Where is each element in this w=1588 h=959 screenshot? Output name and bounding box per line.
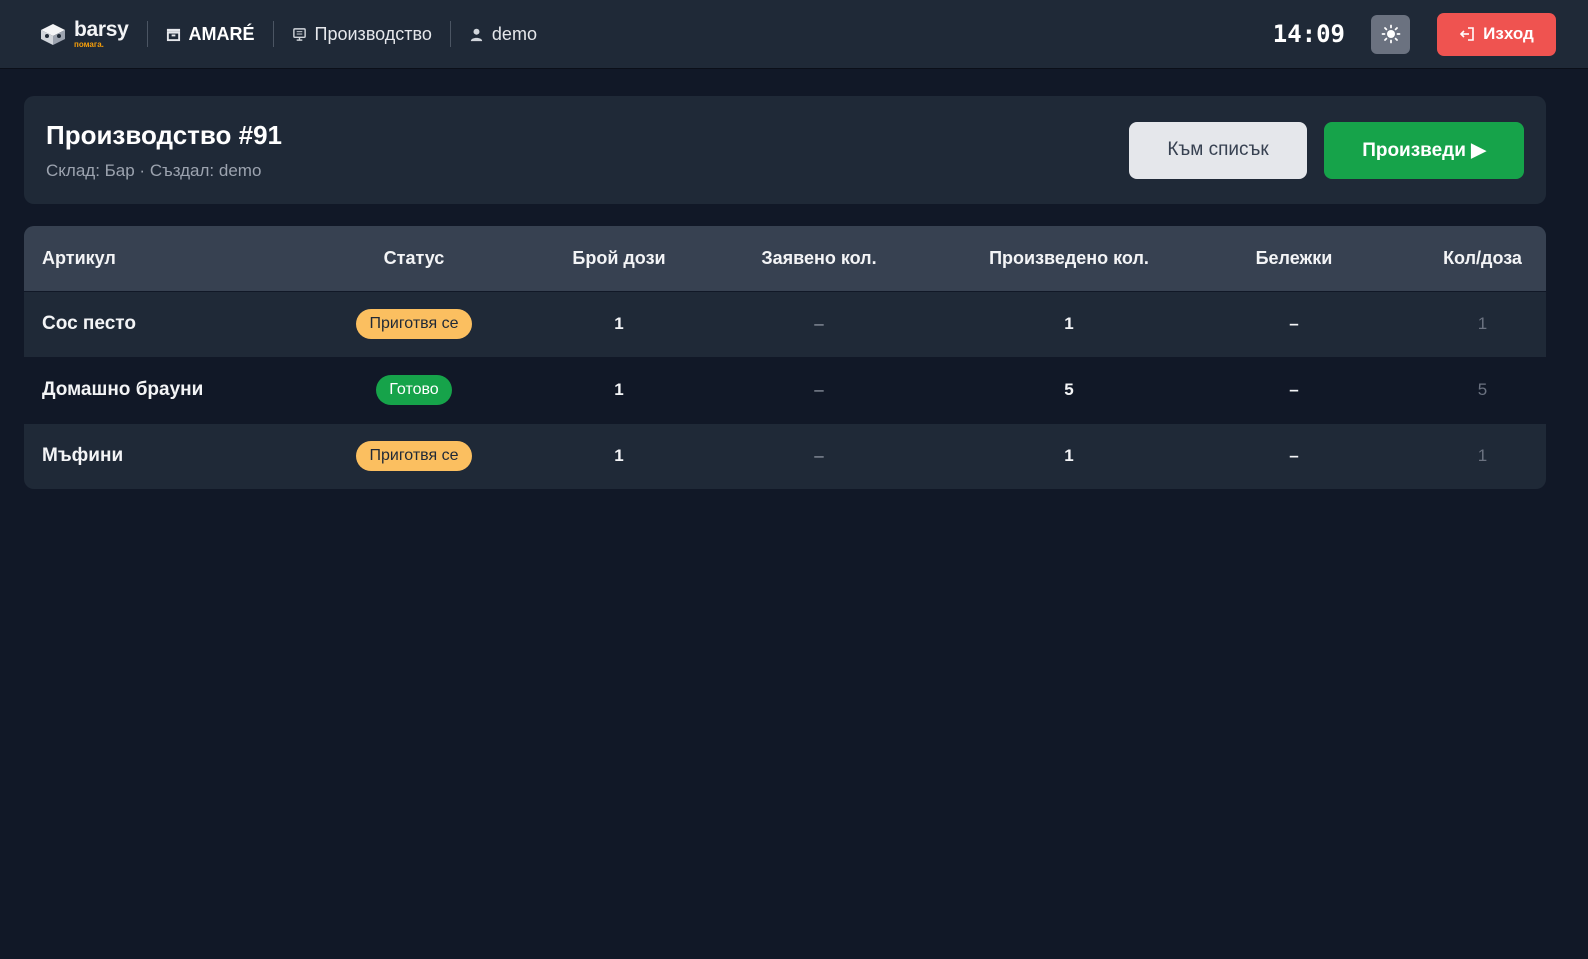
page-title: Производство #91: [46, 119, 283, 150]
produced-value: 5: [1064, 380, 1074, 399]
requested-value: –: [814, 380, 824, 399]
sun-icon: [1381, 24, 1400, 44]
production-items-table: Артикул Статус Брой дози Заявено кол. Пр…: [24, 226, 1546, 489]
brand-logo[interactable]: barsy помага.: [38, 19, 129, 49]
status-badge: Приготвя се: [356, 441, 472, 472]
doses-value: 1: [614, 446, 624, 466]
logout-button[interactable]: Изход: [1437, 12, 1556, 56]
page-subtitle: Склад: Бар · Създал: demo: [46, 160, 262, 180]
column-header-status[interactable]: Статус: [259, 226, 569, 291]
production-info: Производство #91 Склад: Бар · Създал: de…: [46, 120, 282, 181]
header-actions: Към списък Произведи ▶: [1129, 121, 1524, 179]
divider: [146, 21, 148, 47]
column-header-doses[interactable]: Брой дози: [569, 226, 669, 291]
table-row[interactable]: Мъфини Приготвя се 1 – 1 – 1: [24, 423, 1546, 489]
back-to-list-button[interactable]: Към списък: [1129, 121, 1307, 179]
table-header-row: Артикул Статус Брой дози Заявено кол. Пр…: [24, 226, 1546, 291]
column-header-notes[interactable]: Бележки: [1169, 226, 1419, 291]
store-icon: [166, 28, 180, 41]
venue-selector[interactable]: AMARÉ: [166, 24, 255, 45]
notes-value: –: [1289, 314, 1299, 333]
requested-value: –: [814, 314, 824, 333]
produce-button[interactable]: Произведи ▶: [1324, 121, 1524, 179]
theme-toggle-button[interactable]: [1371, 14, 1410, 54]
doses-value: 1: [614, 314, 624, 333]
doses-value: 1: [614, 380, 624, 399]
requested-value: –: [814, 446, 824, 466]
per-dose-value: 1: [1477, 314, 1488, 333]
status-badge: Приготвя се: [356, 309, 472, 339]
per-dose-value: 5: [1477, 380, 1488, 399]
table-row[interactable]: Сос песто Приготвя се 1 – 1 – 1: [24, 291, 1546, 357]
brand-name: barsy: [74, 18, 129, 41]
user-name: demo: [491, 23, 537, 44]
status-badge: Готово: [376, 375, 452, 405]
notes-value: –: [1289, 380, 1299, 399]
table-row[interactable]: Домашно брауни Готово 1 – 5 – 5: [24, 357, 1546, 423]
status-cell: Приготвя се: [259, 423, 569, 489]
user-menu[interactable]: demo: [469, 24, 537, 45]
section-name: Производство: [314, 23, 432, 44]
brand-tagline: помага.: [74, 40, 104, 49]
notes-value: –: [1289, 446, 1299, 466]
per-dose-value: 1: [1477, 446, 1488, 466]
item-name: Мъфини: [42, 445, 124, 467]
barsy-logo-icon: [41, 24, 65, 45]
column-header-requested[interactable]: Заявено кол.: [669, 226, 969, 291]
item-name: Домашно брауни: [42, 379, 204, 400]
column-header-produced[interactable]: Произведено кол.: [969, 226, 1169, 291]
status-cell: Приготвя се: [259, 291, 569, 357]
logout-label: Изход: [1483, 24, 1534, 43]
logout-icon: [1460, 27, 1474, 41]
section-link-production[interactable]: Производство: [292, 24, 432, 45]
venue-name: AMARÉ: [188, 23, 255, 44]
clock: 14:09: [1272, 20, 1345, 48]
production-header: Производство #91 Склад: Бар · Създал: de…: [24, 96, 1546, 204]
column-header-item[interactable]: Артикул: [24, 226, 259, 291]
monitor-icon: [292, 27, 306, 41]
user-icon: [470, 28, 483, 41]
divider: [449, 21, 451, 47]
item-name: Сос песто: [42, 313, 136, 334]
top-bar: barsy помага. AMARÉ Производство demo 14…: [0, 0, 1588, 68]
produced-value: 1: [1064, 446, 1074, 466]
produced-value: 1: [1064, 314, 1074, 333]
status-cell: Готово: [259, 357, 569, 423]
column-header-per-dose[interactable]: Кол/доза: [1419, 226, 1546, 291]
divider: [272, 21, 274, 47]
